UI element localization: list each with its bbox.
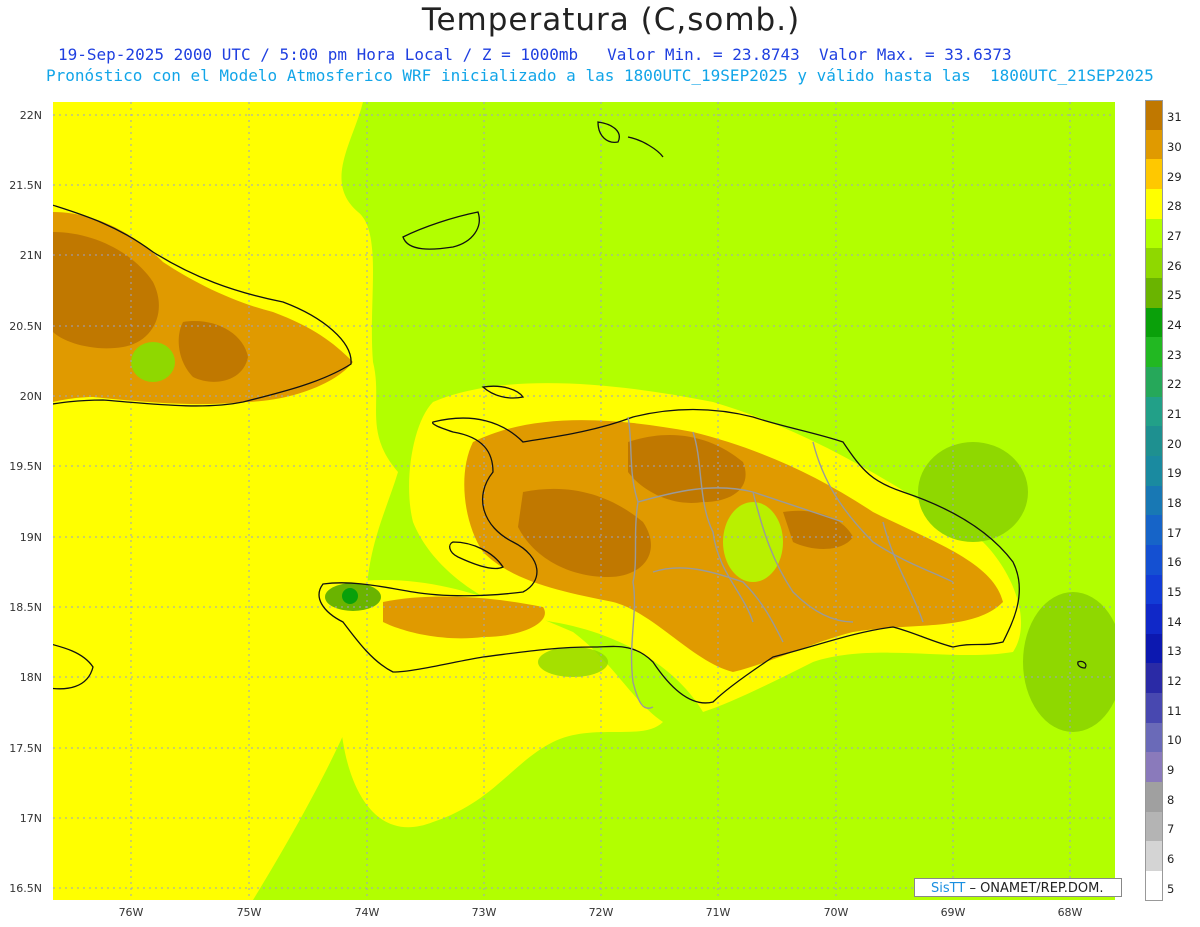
- color-scale-label: 13: [1167, 644, 1182, 659]
- lon-label: 70W: [823, 906, 849, 919]
- color-scale-step: [1145, 693, 1163, 723]
- color-scale-step: [1145, 188, 1163, 219]
- lat-label: 16.5N: [9, 882, 42, 895]
- color-scale-step: [1145, 248, 1163, 278]
- sistt-logo: SisTT: [931, 881, 966, 896]
- color-scale-step: [1145, 129, 1163, 160]
- color-scale-label: 8: [1167, 792, 1175, 807]
- temperature-map: [53, 102, 1115, 900]
- cool-patch-southwest: [538, 647, 608, 677]
- lon-label: 69W: [940, 906, 966, 919]
- color-scale-step: [1145, 752, 1163, 783]
- color-scale-label: 19: [1167, 466, 1182, 481]
- color-scale-label: 28: [1167, 199, 1182, 214]
- cool-patch-central: [723, 502, 783, 582]
- color-scale-label: 30: [1167, 140, 1182, 155]
- color-scale-step: [1145, 782, 1163, 812]
- lat-label: 20.5N: [9, 320, 42, 333]
- lon-label: 72W: [588, 906, 614, 919]
- color-scale-step: [1145, 366, 1163, 397]
- cool-core-haiti: [342, 588, 358, 604]
- lat-label: 22N: [19, 109, 42, 122]
- lat-label: 21N: [19, 249, 42, 262]
- color-scale-label: 9: [1167, 763, 1175, 778]
- color-scale-step: [1145, 159, 1163, 189]
- color-scale-step: [1145, 307, 1163, 338]
- color-scale-step: [1145, 663, 1163, 694]
- color-scale-step: [1145, 426, 1163, 456]
- model-run-subtitle: Pronóstico con el Modelo Atmosferico WRF…: [46, 66, 1154, 85]
- color-scale-step: [1145, 722, 1163, 753]
- lon-label: 68W: [1057, 906, 1083, 919]
- color-scale-label: 27: [1167, 229, 1182, 244]
- color-scale-step: [1145, 485, 1163, 516]
- lat-label: 17.5N: [9, 742, 42, 755]
- color-scale-label: 15: [1167, 585, 1182, 600]
- color-scale-step: [1145, 574, 1163, 605]
- color-scale-label: 7: [1167, 822, 1175, 837]
- color-scale-step: [1145, 544, 1163, 575]
- color-scale-label: 18: [1167, 496, 1182, 511]
- lon-label: 74W: [354, 906, 380, 919]
- color-scale-label: 10: [1167, 733, 1182, 748]
- lat-label: 18.5N: [9, 601, 42, 614]
- color-scale-label: 25: [1167, 288, 1182, 303]
- lon-label: 75W: [236, 906, 262, 919]
- credit-box: SisTT – ONAMET/REP.DOM.: [914, 878, 1122, 897]
- color-scale-label: 26: [1167, 258, 1182, 273]
- color-scale-step: [1145, 396, 1163, 427]
- lat-label: 19.5N: [9, 460, 42, 473]
- color-scale-step: [1145, 277, 1163, 308]
- color-scale-step: [1145, 811, 1163, 842]
- lat-label: 21.5N: [9, 179, 42, 192]
- color-scale-label: 21: [1167, 407, 1182, 422]
- lat-label: 17N: [19, 812, 42, 825]
- color-scale-step: [1145, 455, 1163, 486]
- credit-text: – ONAMET/REP.DOM.: [969, 881, 1104, 896]
- color-scale-label: 23: [1167, 347, 1182, 362]
- color-scale-label: 6: [1167, 852, 1175, 867]
- lon-label: 73W: [471, 906, 497, 919]
- cool-patch-cuba: [131, 342, 175, 382]
- lat-label: 18N: [19, 671, 42, 684]
- color-scale-step: [1145, 604, 1163, 634]
- color-scale-bar: [1145, 100, 1163, 901]
- lon-label: 76W: [118, 906, 144, 919]
- color-scale-step: [1145, 218, 1163, 249]
- lat-label: 20N: [19, 390, 42, 403]
- color-scale-label: 14: [1167, 614, 1182, 629]
- color-scale-step: [1145, 515, 1163, 545]
- color-scale-label: 31: [1167, 110, 1182, 125]
- color-scale-step: [1145, 841, 1163, 872]
- color-scale-label: 16: [1167, 555, 1182, 570]
- color-scale-label: 17: [1167, 525, 1182, 540]
- color-scale-label: 29: [1167, 169, 1182, 184]
- color-scale-label: 24: [1167, 318, 1182, 333]
- color-scale-label: 11: [1167, 703, 1182, 718]
- color-scale-label: 12: [1167, 674, 1182, 689]
- map-title: Temperatura (C,somb.): [421, 2, 801, 38]
- color-scale-step: [1145, 633, 1163, 664]
- lon-label: 71W: [705, 906, 731, 919]
- color-scale-step: [1145, 100, 1163, 130]
- color-scale-label: 20: [1167, 436, 1182, 451]
- color-scale-step: [1145, 871, 1163, 901]
- color-scale-label: 5: [1167, 881, 1175, 896]
- color-scale-step: [1145, 337, 1163, 367]
- valid-time-subtitle: 19-Sep-2025 2000 UTC / 5:00 pm Hora Loca…: [58, 45, 1012, 64]
- lat-label: 19N: [19, 531, 42, 544]
- cool-patch-east-sea: [918, 442, 1028, 542]
- color-scale-label: 22: [1167, 377, 1182, 392]
